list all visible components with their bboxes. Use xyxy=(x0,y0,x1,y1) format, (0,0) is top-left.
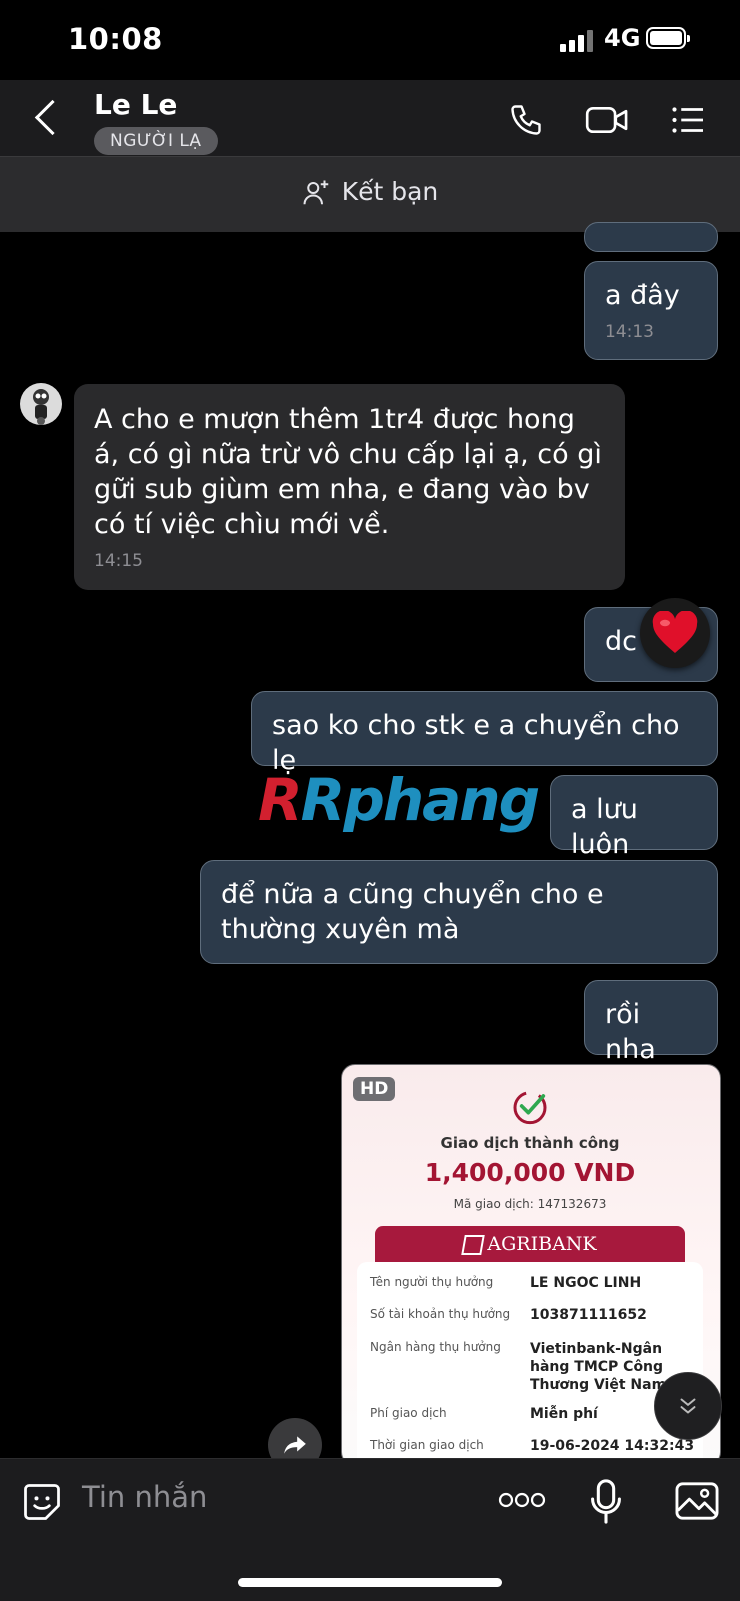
add-friend-label: Kết bạn xyxy=(341,177,439,206)
receipt-bank-name: AGRIBANK xyxy=(487,1233,597,1255)
microphone-icon[interactable] xyxy=(588,1478,624,1524)
message-bubble-outgoing[interactable]: a lưu luôn xyxy=(550,775,718,860)
hd-badge: HD xyxy=(353,1077,396,1101)
sticker-icon[interactable] xyxy=(20,1480,64,1524)
receipt-bank-banner: AGRIBANK xyxy=(375,1226,685,1262)
agribank-logo-icon xyxy=(461,1235,486,1255)
watermark-text: Rphang xyxy=(300,766,540,834)
message-bubble-outgoing[interactable]: sao ko cho stk e a chuyển cho lẹ xyxy=(251,691,718,776)
receipt-value: LE NGOC LINH xyxy=(530,1275,642,1291)
message-text: a đây xyxy=(605,280,680,311)
message-time: 14:13 xyxy=(605,322,654,342)
status-time: 10:08 xyxy=(68,22,163,56)
signal-icon xyxy=(560,30,596,52)
home-indicator xyxy=(238,1578,502,1587)
message-text: a lưu luôn xyxy=(571,794,638,860)
double-chevron-down-icon xyxy=(680,1398,696,1414)
success-check-icon xyxy=(513,1091,547,1125)
add-user-icon xyxy=(303,180,328,205)
message-text: dc xyxy=(605,626,637,657)
receipt-transaction-code: Mã giao dịch: 147132673 xyxy=(453,1197,607,1211)
battery-icon xyxy=(646,27,690,49)
receipt-title: Giao dịch thành công xyxy=(440,1134,620,1152)
heart-reaction-icon[interactable] xyxy=(640,598,710,668)
network-type: 4G xyxy=(604,24,641,52)
receipt-label: Ngân hàng thụ hưởng xyxy=(370,1340,501,1354)
receipt-label: Số tài khoản thụ hưởng xyxy=(370,1307,511,1321)
message-text: để nữa a cũng chuyển cho e thường xuyên … xyxy=(221,879,604,945)
more-options-icon[interactable] xyxy=(498,1488,546,1512)
contact-name[interactable]: Le Le xyxy=(94,88,177,121)
message-bubble-outgoing[interactable]: để nữa a cũng chuyển cho e thường xuyên … xyxy=(200,860,718,964)
image-gallery-icon[interactable] xyxy=(674,1480,720,1522)
receipt-label: Tên người thụ hưởng xyxy=(370,1275,494,1289)
receipt-value: 19-06-2024 14:32:43 xyxy=(530,1438,695,1454)
scroll-to-bottom-button[interactable] xyxy=(654,1372,722,1440)
message-bubble-incoming[interactable]: A cho e mượn thêm 1tr4 được hong á, có g… xyxy=(74,384,625,590)
receipt-value: 103871111652 xyxy=(530,1307,647,1323)
message-bubble-outgoing[interactable]: rồi nha xyxy=(584,980,718,1065)
menu-list-icon[interactable] xyxy=(670,102,706,138)
video-call-icon[interactable] xyxy=(585,102,629,138)
avatar-image xyxy=(33,389,49,425)
receipt-value: Miễn phí xyxy=(530,1406,598,1422)
message-bubble-outgoing[interactable]: a đây 14:13 xyxy=(584,261,718,360)
receipt-label: Phí giao dịch xyxy=(370,1406,447,1420)
message-time: 14:15 xyxy=(94,551,143,571)
forward-icon xyxy=(284,1436,306,1454)
avatar[interactable] xyxy=(20,383,62,425)
receipt-label: Thời gian giao dịch xyxy=(370,1438,484,1452)
stranger-badge: NGƯỜI LẠ xyxy=(94,127,218,155)
message-text: A cho e mượn thêm 1tr4 được hong á, có g… xyxy=(94,404,602,540)
message-text: rồi nha xyxy=(605,999,656,1065)
phone-icon[interactable] xyxy=(508,102,544,138)
message-input[interactable]: Tin nhắn xyxy=(82,1480,207,1514)
add-friend-button[interactable]: Kết bạn xyxy=(0,177,740,208)
watermark-logo: RRphang xyxy=(258,766,540,834)
receipt-amount: 1,400,000 VND xyxy=(424,1158,636,1187)
message-bubble-partial[interactable] xyxy=(584,222,718,252)
